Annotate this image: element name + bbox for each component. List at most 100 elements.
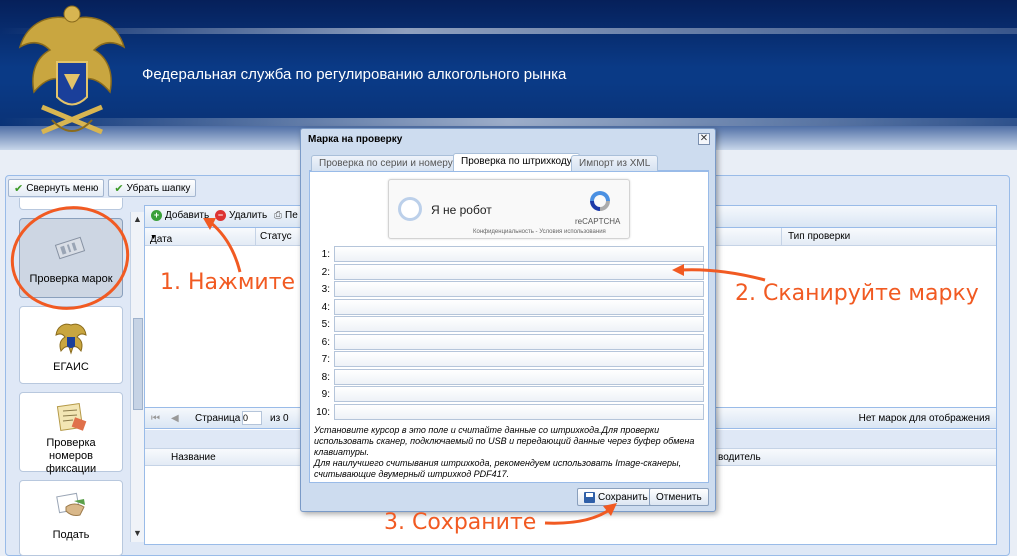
- banner-stripe: [0, 118, 1017, 126]
- row-number: 1:: [321, 249, 330, 260]
- scroll-down-icon[interactable]: ▼: [133, 528, 142, 538]
- barcode-row: 4:: [314, 298, 704, 316]
- minus-icon: −: [215, 210, 226, 221]
- row-number: 3:: [321, 284, 330, 295]
- nav-item-label: Проверка номеров фиксации: [45, 437, 97, 475]
- top-toolbar: ✔ Свернуть меню ✔ Убрать шапку: [8, 179, 197, 197]
- nav-item-label: Подать: [52, 529, 90, 541]
- hide-header-label: Убрать шапку: [126, 182, 191, 194]
- save-button[interactable]: Сохранить: [577, 488, 655, 506]
- delete-button[interactable]: − Удалить: [215, 210, 267, 221]
- barcode-input[interactable]: [334, 368, 704, 385]
- delete-label: Удалить: [229, 210, 268, 221]
- floppy-disk-icon: [584, 491, 595, 503]
- banner-stripe: [0, 28, 1017, 34]
- cancel-button[interactable]: Отменить: [649, 488, 709, 506]
- column-producer[interactable]: водитель: [718, 452, 761, 463]
- recaptcha-checkbox[interactable]: [398, 197, 422, 221]
- row-number: 8:: [321, 371, 330, 383]
- handshake-icon: [56, 492, 85, 516]
- recaptcha-brand: reCAPTCHA: [575, 217, 621, 226]
- check-mark-dialog: Марка на проверку ✕ Проверка по серии и …: [300, 128, 716, 512]
- barcode-row: 3:: [314, 281, 704, 298]
- step2-annotation: 2. Сканируйте марку: [735, 281, 979, 306]
- save-label: Сохранить: [598, 491, 648, 503]
- close-icon[interactable]: ✕: [698, 133, 710, 145]
- barcode-input[interactable]: [334, 281, 704, 297]
- page-of-label: из 0: [270, 413, 289, 424]
- prev-page-icon[interactable]: ◀: [171, 413, 179, 424]
- barcode-row: 7:: [314, 351, 704, 368]
- barcode-row: 6:: [314, 333, 704, 351]
- row-number: 7:: [321, 354, 330, 365]
- emblem-icon: [55, 323, 87, 355]
- document-check-icon: [56, 403, 87, 431]
- double-headed-eagle-emblem-icon: [18, 5, 126, 135]
- nav-item-stamp-check[interactable]: Проверка марок: [19, 218, 123, 298]
- nav-scrollbar[interactable]: ▲ ▼: [130, 212, 144, 542]
- tab-barcode[interactable]: Проверка по штрихкоду: [453, 153, 580, 171]
- column-name[interactable]: Название: [171, 452, 216, 463]
- add-button[interactable]: + Добавить: [151, 210, 209, 221]
- check-icon: ✔: [14, 182, 24, 195]
- left-navigation: Проверка марок ЕГАИС Проверка номеров фи…: [13, 198, 131, 556]
- page-title: Федеральная служба по регулированию алко…: [142, 66, 567, 83]
- recaptcha-logo-icon: [590, 191, 610, 211]
- nav-tile-partial[interactable]: [19, 198, 123, 210]
- column-status[interactable]: Статус: [255, 228, 292, 246]
- barcode-input[interactable]: [334, 403, 704, 420]
- print-label: Пе: [285, 210, 298, 221]
- barcode-input[interactable]: [334, 316, 704, 332]
- dialog-footer: Сохранить Отменить: [301, 487, 715, 509]
- plus-icon: +: [151, 210, 162, 221]
- scrollbar-thumb[interactable]: [133, 318, 143, 410]
- print-button[interactable]: ⎙ Пе: [274, 210, 298, 221]
- barcode-row: 8:: [314, 368, 704, 386]
- nav-item-label: Проверка марок: [29, 273, 113, 285]
- tab-serial-number[interactable]: Проверка по серии и номеру: [311, 155, 461, 171]
- empty-message: Нет марок для отображения: [858, 413, 990, 424]
- hint-text: Установите курсор в это поле и считайте …: [314, 425, 695, 457]
- collapse-menu-button[interactable]: ✔ Свернуть меню: [8, 179, 105, 197]
- row-number: 6:: [321, 336, 330, 348]
- recaptcha-label: Я не робот: [431, 203, 492, 217]
- scroll-up-icon[interactable]: ▲: [133, 214, 142, 224]
- page-label: Страница: [195, 413, 241, 424]
- barcode-row: 1:: [314, 246, 704, 263]
- barcode-input[interactable]: [334, 386, 704, 402]
- step3-annotation: 3. Сохраните: [384, 510, 537, 535]
- barcode-row: 10:: [314, 403, 704, 421]
- row-number: 10:: [316, 406, 330, 418]
- page-input[interactable]: [242, 411, 262, 425]
- stamp-check-icon: [54, 236, 86, 260]
- barcode-row: 9:: [314, 386, 704, 403]
- check-icon: ✔: [114, 182, 124, 195]
- dialog-title: Марка на проверку: [308, 134, 403, 145]
- collapse-menu-label: Свернуть меню: [26, 182, 99, 194]
- row-number: 4:: [321, 301, 330, 313]
- nav-item-egais[interactable]: ЕГАИС: [19, 306, 123, 384]
- column-check-type[interactable]: Тип проверки: [781, 228, 850, 246]
- recaptcha-widget: Я не робот reCAPTCHA Конфиденциальность …: [388, 179, 630, 239]
- barcode-input[interactable]: [334, 351, 704, 367]
- recaptcha-terms-link[interactable]: Конфиденциальность - Условия использован…: [473, 229, 606, 235]
- row-number: 9:: [321, 389, 330, 400]
- cancel-label: Отменить: [656, 491, 702, 503]
- scanner-hint: Установите курсор в это поле и считайте …: [314, 425, 699, 480]
- barcode-row: 5:: [314, 316, 704, 333]
- dialog-body: Я не робот reCAPTCHA Конфиденциальность …: [309, 171, 709, 483]
- tab-xml-import[interactable]: Импорт из XML: [571, 155, 659, 171]
- barcode-input[interactable]: [334, 263, 704, 280]
- barcode-input[interactable]: [334, 298, 704, 315]
- nav-item-label: ЕГАИС: [53, 361, 89, 373]
- barcode-input[interactable]: [334, 246, 704, 262]
- sort-icon: ▼: [150, 234, 157, 241]
- barcode-input[interactable]: [334, 333, 704, 350]
- dialog-tabs: Проверка по серии и номеру Проверка по ш…: [309, 153, 709, 171]
- nav-item-submit[interactable]: Подать: [19, 480, 123, 556]
- hide-header-button[interactable]: ✔ Убрать шапку: [108, 179, 197, 197]
- nav-item-fixation-check[interactable]: Проверка номеров фиксации: [19, 392, 123, 475]
- first-page-icon[interactable]: ⏮: [151, 413, 160, 424]
- step1-annotation: 1. Нажмите: [160, 270, 296, 295]
- add-label: Добавить: [165, 210, 210, 221]
